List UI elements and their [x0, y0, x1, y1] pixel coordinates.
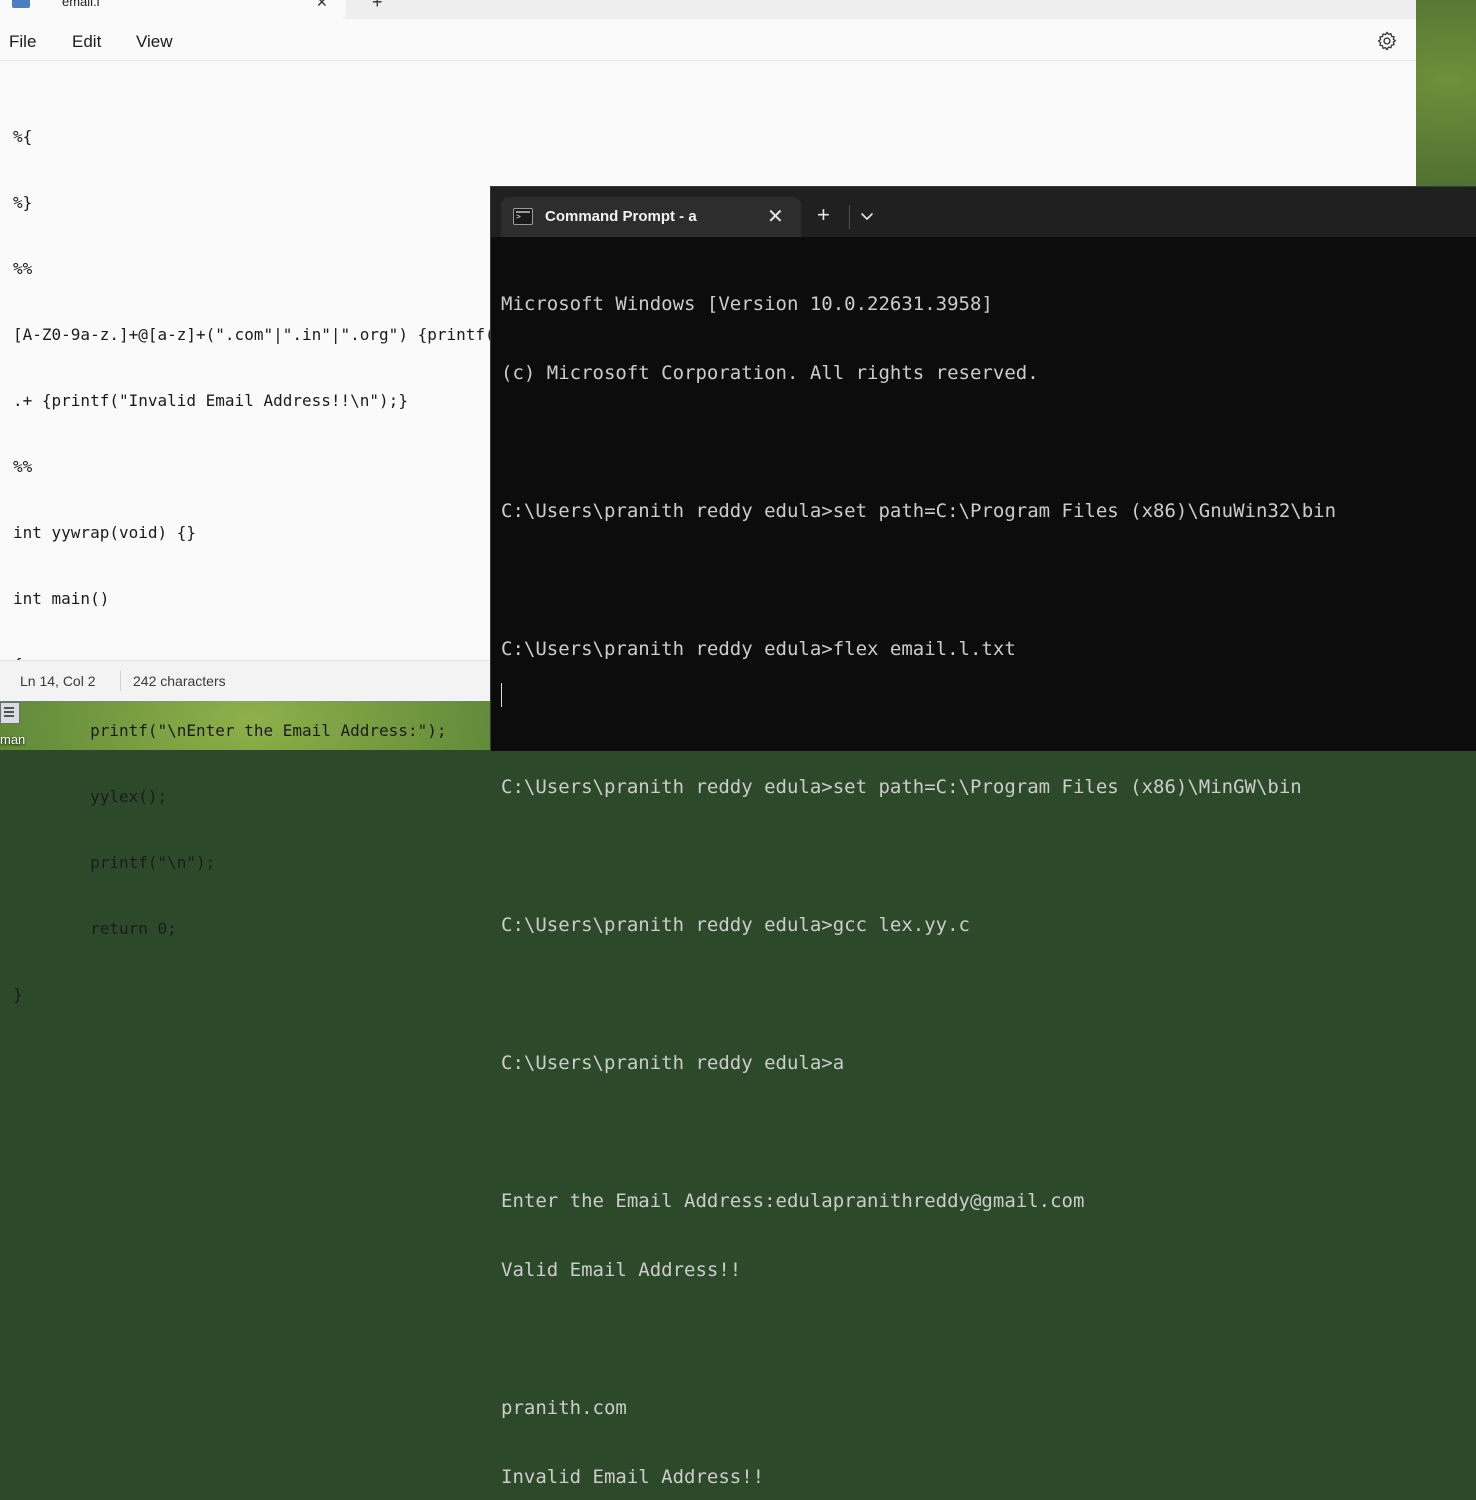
new-tab-button[interactable]: +: [372, 0, 383, 13]
menu-file[interactable]: File: [9, 32, 36, 52]
tab-divider: [849, 205, 850, 229]
terminal-line: C:\Users\pranith reddy edula>flex email.…: [501, 638, 1016, 660]
close-icon[interactable]: ✕: [316, 0, 328, 11]
character-count: 242 characters: [133, 673, 226, 689]
text-cursor: [501, 683, 502, 707]
terminal-line: pranith.com: [501, 1397, 627, 1419]
notepad-tab-bar: email.l ✕ +: [0, 0, 1416, 19]
chevron-down-icon[interactable]: [857, 205, 877, 227]
terminal-line: Invalid Email Address!!: [501, 1466, 765, 1488]
status-divider: [120, 671, 121, 691]
notepad-menu-bar: File Edit View: [0, 20, 1416, 61]
terminal-line: (c) Microsoft Corporation. All rights re…: [501, 362, 1039, 384]
command-prompt-icon: [513, 208, 533, 225]
terminal-tab-title: Command Prompt - a: [545, 208, 697, 225]
terminal-line: Valid Email Address!!: [501, 1259, 742, 1281]
menu-edit[interactable]: Edit: [72, 32, 101, 52]
menu-view[interactable]: View: [136, 32, 173, 52]
cursor-position[interactable]: Ln 14, Col 2: [20, 673, 96, 689]
code-line: %{: [13, 127, 33, 146]
terminal-output[interactable]: Microsoft Windows [Version 10.0.22631.39…: [501, 247, 1471, 1500]
terminal-line: C:\Users\pranith reddy edula>a: [501, 1052, 845, 1074]
notepad-icon: [12, 0, 30, 8]
terminal-tab[interactable]: Command Prompt - a ✕: [501, 197, 801, 237]
terminal-line: C:\Users\pranith reddy edula>gcc lex.yy.…: [501, 914, 970, 936]
terminal-line: C:\Users\pranith reddy edula>set path=C:…: [501, 776, 1302, 798]
terminal-line: Microsoft Windows [Version 10.0.22631.39…: [501, 293, 993, 315]
terminal-window: Command Prompt - a ✕ + Microsoft Windows…: [490, 186, 1476, 1488]
new-tab-button[interactable]: +: [817, 204, 830, 226]
notepad-tab-title: email.l: [62, 0, 100, 9]
notepad-tab[interactable]: email.l ✕: [0, 0, 346, 19]
gear-icon[interactable]: [1376, 30, 1398, 52]
terminal-title-bar: Command Prompt - a ✕ +: [491, 187, 1476, 237]
close-icon[interactable]: ✕: [767, 204, 784, 229]
terminal-line: Enter the Email Address:edulapranithredd…: [501, 1190, 1085, 1212]
terminal-line: C:\Users\pranith reddy edula>set path=C:…: [501, 500, 1337, 522]
